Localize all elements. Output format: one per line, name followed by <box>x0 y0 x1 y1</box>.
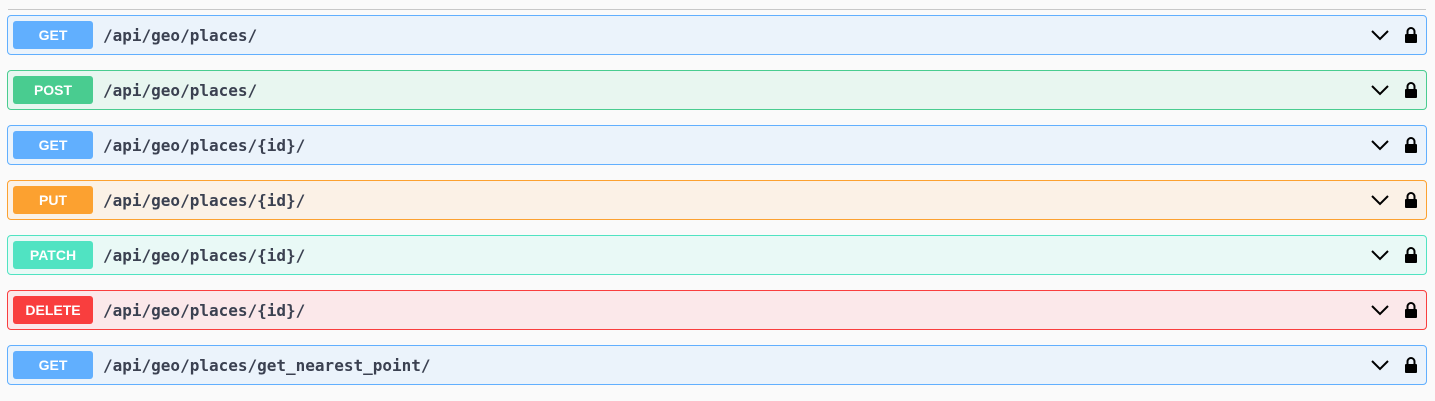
chevron-down-icon[interactable] <box>1370 300 1390 320</box>
method-badge: GET <box>13 131 93 159</box>
endpoint-path: /api/geo/places/get_nearest_point/ <box>103 355 431 375</box>
endpoint-path: /api/geo/places/{id}/ <box>103 135 306 155</box>
endpoint-path: /api/geo/places/{id}/ <box>103 190 306 210</box>
method-badge: DELETE <box>13 296 93 324</box>
lock-icon[interactable] <box>1402 354 1420 376</box>
operation-list: GET /api/geo/places/ POST /api/geo/place… <box>7 15 1427 400</box>
endpoint-path: /api/geo/places/{id}/ <box>103 245 306 265</box>
lock-icon[interactable] <box>1402 24 1420 46</box>
endpoint-path: /api/geo/places/ <box>103 80 258 100</box>
lock-icon[interactable] <box>1402 134 1420 156</box>
chevron-down-icon[interactable] <box>1370 135 1390 155</box>
method-badge: GET <box>13 21 93 49</box>
endpoint-path: /api/geo/places/{id}/ <box>103 300 306 320</box>
method-badge: POST <box>13 76 93 104</box>
lock-icon[interactable] <box>1402 189 1420 211</box>
operation-row[interactable]: POST /api/geo/places/ <box>7 70 1427 110</box>
lock-icon[interactable] <box>1402 244 1420 266</box>
method-badge: PATCH <box>13 241 93 269</box>
lock-icon[interactable] <box>1402 79 1420 101</box>
chevron-down-icon[interactable] <box>1370 25 1390 45</box>
operation-row[interactable]: GET /api/geo/places/{id}/ <box>7 125 1427 165</box>
endpoint-path: /api/geo/places/ <box>103 25 258 45</box>
chevron-down-icon[interactable] <box>1370 355 1390 375</box>
lock-icon[interactable] <box>1402 299 1420 321</box>
operation-row[interactable]: DELETE /api/geo/places/{id}/ <box>7 290 1427 330</box>
chevron-down-icon[interactable] <box>1370 190 1390 210</box>
operation-row[interactable]: PATCH /api/geo/places/{id}/ <box>7 235 1427 275</box>
method-badge: GET <box>13 351 93 379</box>
operations-panel: GET /api/geo/places/ POST /api/geo/place… <box>0 0 1435 401</box>
operation-row[interactable]: GET /api/geo/places/ <box>7 15 1427 55</box>
divider <box>8 9 1426 10</box>
operation-row[interactable]: PUT /api/geo/places/{id}/ <box>7 180 1427 220</box>
method-badge: PUT <box>13 186 93 214</box>
chevron-down-icon[interactable] <box>1370 245 1390 265</box>
chevron-down-icon[interactable] <box>1370 80 1390 100</box>
operation-row[interactable]: GET /api/geo/places/get_nearest_point/ <box>7 345 1427 385</box>
